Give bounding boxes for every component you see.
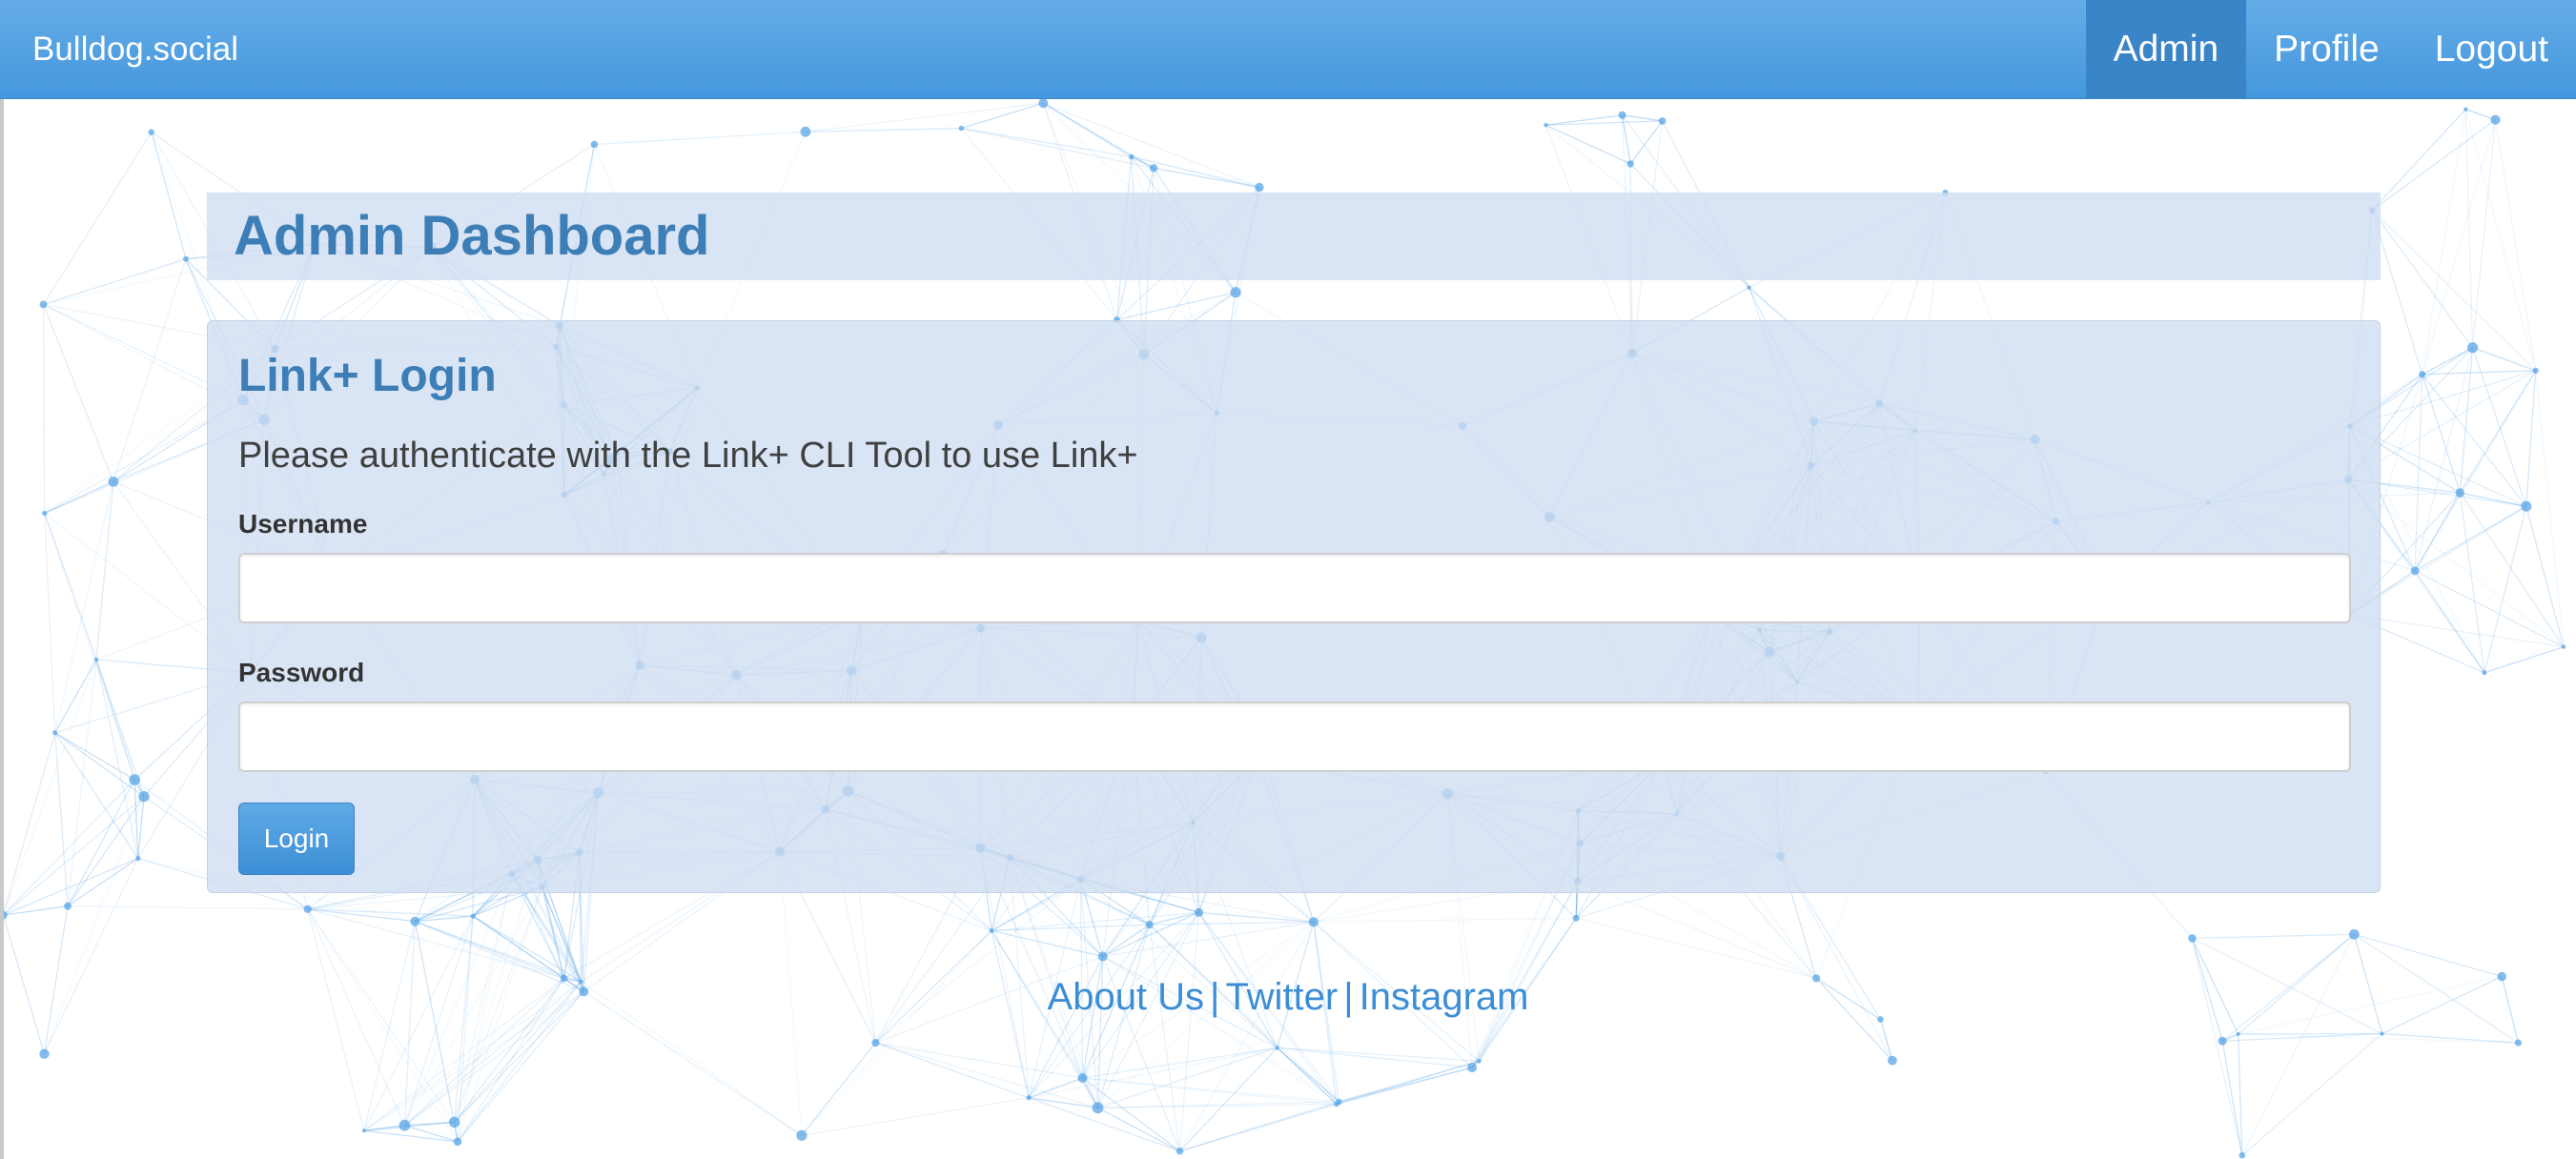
login-button[interactable]: Login: [238, 803, 355, 875]
nav-item-profile[interactable]: Profile: [2246, 0, 2407, 99]
footer-link-about-us[interactable]: About Us: [1048, 976, 1205, 1018]
panel-title: Link+ Login: [238, 351, 497, 401]
top-navbar: Bulldog.social Admin Profile Logout: [0, 0, 2576, 99]
password-label: Password: [238, 658, 365, 687]
main-content: Admin Dashboard Link+ Login Please authe…: [0, 0, 2576, 1159]
footer-link-instagram[interactable]: Instagram: [1360, 976, 1529, 1018]
footer-link-twitter[interactable]: Twitter: [1225, 976, 1338, 1018]
footer-separator: |: [1343, 976, 1354, 1018]
login-panel: Link+ Login Please authenticate with the…: [207, 320, 2381, 893]
nav-item-admin[interactable]: Admin: [2085, 0, 2247, 99]
footer: About Us | Twitter | Instagram: [0, 970, 2576, 1024]
nav-menu: Admin Profile Logout: [2085, 0, 2576, 99]
page: Bulldog.social Admin Profile Logout Admi…: [0, 0, 2576, 1159]
password-input[interactable]: [238, 702, 2351, 772]
page-header: Admin Dashboard: [207, 193, 2381, 280]
username-input[interactable]: [238, 553, 2351, 623]
brand-link[interactable]: Bulldog.social: [32, 0, 238, 99]
username-label: Username: [238, 509, 368, 539]
nav-item-logout[interactable]: Logout: [2407, 0, 2576, 99]
footer-separator: |: [1210, 976, 1220, 1018]
panel-description: Please authenticate with the Link+ CLI T…: [238, 436, 1138, 476]
page-title: Admin Dashboard: [234, 205, 710, 267]
